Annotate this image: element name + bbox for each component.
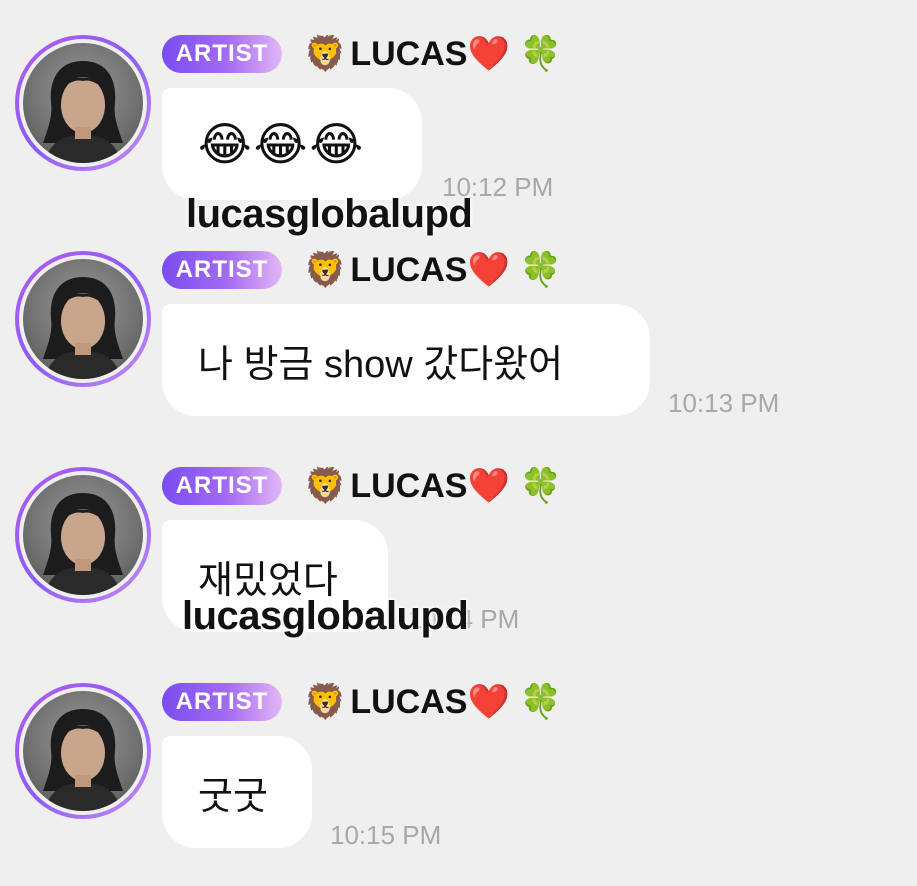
artist-badge: ARTIST	[162, 683, 282, 721]
message-timestamp: 10:13 PM	[668, 388, 780, 418]
watermark: lucasglobalupd	[186, 192, 473, 236]
avatar-photo-icon	[23, 43, 143, 163]
lion-icon: 🦁	[304, 251, 347, 289]
avatar[interactable]	[15, 35, 151, 171]
artist-badge: ARTIST	[162, 467, 282, 505]
sender-name-text: LUCAS	[350, 250, 468, 289]
watermark: lucasglobalupd	[182, 594, 469, 638]
clover-icon: 🍀	[519, 683, 563, 721]
avatar[interactable]	[15, 467, 151, 603]
message-text: 나 방금 show 갔다왔어	[198, 343, 564, 386]
message-bubble[interactable]: 😂😂😂	[162, 88, 422, 200]
avatar-photo-icon	[23, 259, 143, 379]
avatar[interactable]	[15, 251, 151, 387]
artist-badge: ARTIST	[162, 251, 282, 289]
sender-name-text: LUCAS	[350, 466, 468, 505]
avatar[interactable]	[15, 683, 151, 819]
sender-name[interactable]: 🦁 LUCAS ❤️ 🍀	[304, 466, 562, 506]
sender-name-text: LUCAS	[350, 34, 468, 73]
sender-name[interactable]: 🦁 LUCAS ❤️ 🍀	[304, 34, 562, 74]
sender-name[interactable]: 🦁 LUCAS ❤️ 🍀	[304, 682, 562, 722]
heart-icon: ❤️	[467, 467, 510, 505]
clover-icon: 🍀	[519, 467, 563, 505]
message-timestamp: 10:15 PM	[330, 820, 442, 850]
clover-icon: 🍀	[519, 251, 563, 289]
heart-icon: ❤️	[467, 35, 510, 73]
lion-icon: 🦁	[304, 35, 347, 73]
message-text: 😂😂😂	[198, 118, 366, 170]
heart-icon: ❤️	[467, 251, 510, 289]
message-bubble[interactable]: 굿굿	[162, 736, 312, 848]
artist-badge: ARTIST	[162, 35, 282, 73]
sender-name-text: LUCAS	[350, 682, 468, 721]
chat-message: ARTIST 🦁 LUCAS ❤️ 🍀 😂😂😂 10:12 PM	[0, 0, 917, 216]
heart-icon: ❤️	[467, 683, 510, 721]
sender-name[interactable]: 🦁 LUCAS ❤️ 🍀	[304, 250, 562, 290]
lion-icon: 🦁	[304, 683, 347, 721]
avatar-photo-icon	[23, 691, 143, 811]
clover-icon: 🍀	[519, 35, 563, 73]
avatar-photo-icon	[23, 475, 143, 595]
lion-icon: 🦁	[304, 467, 347, 505]
chat-screen: { "messages": [ { "badge": "ARTIST", "se…	[0, 0, 917, 886]
message-bubble[interactable]: 나 방금 show 갔다왔어	[162, 304, 650, 416]
message-text: 굿굿	[198, 775, 268, 818]
